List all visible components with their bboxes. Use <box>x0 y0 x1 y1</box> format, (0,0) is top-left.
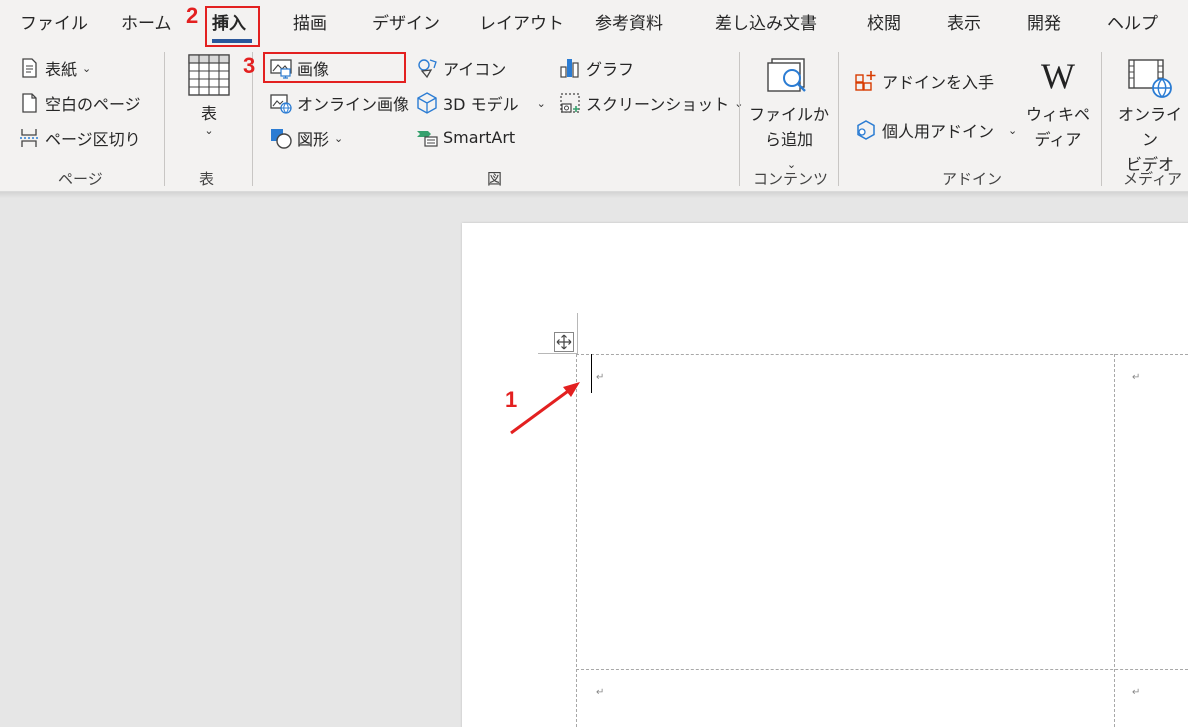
chevron-down-icon: ⌄ <box>334 131 344 145</box>
tab-developer[interactable]: 開発 <box>1027 9 1061 34</box>
online-video-button[interactable]: オンライン ビデオ <box>1112 58 1188 177</box>
chevron-down-icon: ⌄ <box>1008 123 1018 137</box>
group-label-content: コンテンツ <box>753 170 829 188</box>
annotation-step-2: 2 <box>186 3 199 28</box>
blank-page-label: 空白のページ <box>45 95 141 114</box>
wikipedia-icon: W <box>1041 56 1075 96</box>
table-border-middle <box>1114 354 1115 727</box>
ribbon-shadow <box>0 192 1188 198</box>
online-picture-icon <box>270 94 292 114</box>
annotation-step-3: 3 <box>243 53 256 78</box>
screenshot-button[interactable]: スクリーンショット⌄ <box>559 91 743 115</box>
online-video-label-line1: オンライン <box>1117 105 1182 149</box>
table-border-row <box>576 669 1188 670</box>
cover-page-label: 表紙 <box>45 60 78 79</box>
file-search-icon <box>767 58 806 92</box>
table-grid-icon <box>188 54 230 96</box>
icons-label: アイコン <box>443 60 507 79</box>
paragraph-mark: ↵ <box>596 372 605 383</box>
chevron-down-icon: ⌄ <box>82 61 92 75</box>
tab-references[interactable]: 参考資料 <box>595 9 663 34</box>
tab-mailings[interactable]: 差し込み文書 <box>715 9 817 34</box>
table-move-handle[interactable] <box>554 332 574 352</box>
3d-model-button[interactable]: 3D モデル ⌄ <box>416 91 546 115</box>
online-video-icon <box>1128 59 1172 98</box>
table-border-top <box>576 354 1188 355</box>
chevron-down-icon: ⌄ <box>536 96 546 110</box>
group-label-table: 表 <box>199 170 215 188</box>
group-separator <box>164 52 165 186</box>
group-label-pages: ページ <box>58 170 103 188</box>
tab-home[interactable]: ホーム <box>121 9 172 34</box>
screenshot-label: スクリーンショット <box>586 95 730 114</box>
smartart-label: SmartArt <box>443 127 516 147</box>
wikipedia-label-line2: ディア <box>1034 130 1082 149</box>
group-separator <box>1101 52 1102 186</box>
page-break-button[interactable]: ページ区切り <box>18 126 141 150</box>
table-button[interactable]: 表 ⌄ <box>183 54 235 137</box>
my-addins-icon <box>857 120 875 140</box>
chevron-down-icon: ⌄ <box>204 124 214 137</box>
tab-help[interactable]: ヘルプ <box>1107 9 1158 34</box>
document-page[interactable] <box>462 223 1188 727</box>
table-button-label: 表 <box>200 104 217 123</box>
shapes-icon <box>271 129 292 149</box>
chart-icon <box>560 59 579 78</box>
group-label-illustrations: 図 <box>487 170 503 188</box>
chart-button[interactable]: グラフ <box>559 56 634 80</box>
group-separator <box>838 52 839 186</box>
tab-view[interactable]: 表示 <box>947 9 981 34</box>
margin-mark-horizontal <box>538 353 578 354</box>
my-addins-label: 個人用アドイン <box>882 122 995 141</box>
online-picture-label: オンライン画像 <box>297 95 410 114</box>
tab-file[interactable]: ファイル <box>20 9 88 34</box>
ribbon: 表紙 ⌄ 空白のページ ページ区切り ページ 表 ⌄ 表 画像 オンライン画像 図… <box>0 46 1188 192</box>
cover-page-icon <box>22 58 37 78</box>
tab-layout[interactable]: レイアウト <box>479 9 564 34</box>
tab-design[interactable]: デザイン <box>372 9 440 34</box>
paragraph-mark: ↵ <box>1132 687 1141 698</box>
get-addins-button[interactable]: アドインを入手 <box>855 69 994 93</box>
wikipedia-label-line1: ウィキペ <box>1025 105 1090 124</box>
screenshot-icon <box>560 93 580 113</box>
ribbon-tab-bar: ファイル ホーム 挿入 描画 デザイン レイアウト 参考資料 差し込み文書 校閲… <box>0 0 1188 46</box>
tab-review[interactable]: 校閲 <box>867 9 901 34</box>
my-addins-button[interactable]: 個人用アドイン ⌄ <box>855 118 1017 142</box>
3d-model-icon <box>417 92 437 114</box>
wikipedia-button[interactable]: W ウィキペ ディア <box>1025 56 1091 152</box>
highlight-picture-button <box>263 52 406 83</box>
add-from-file-label-line1: ファイルか <box>748 105 829 124</box>
cover-page-button[interactable]: 表紙 ⌄ <box>18 56 91 80</box>
text-cursor <box>591 354 592 393</box>
chart-label: グラフ <box>586 60 635 79</box>
margin-mark-vertical <box>577 313 578 353</box>
move-arrows-icon <box>556 334 572 350</box>
get-addins-label: アドインを入手 <box>882 73 995 92</box>
group-label-media: メディア <box>1123 170 1182 188</box>
smartart-icon <box>417 131 438 147</box>
shapes-label: 図形 <box>297 130 330 149</box>
page-break-icon <box>20 129 38 147</box>
annotation-arrow <box>510 382 580 435</box>
blank-page-icon <box>22 93 37 113</box>
add-from-file-button[interactable]: ファイルか ら追加 ⌄ <box>748 58 830 177</box>
store-grid-icon <box>855 71 876 91</box>
tab-draw[interactable]: 描画 <box>293 9 327 34</box>
shapes-button[interactable]: 図形 ⌄ <box>270 126 343 150</box>
highlight-insert-tab <box>205 6 260 47</box>
add-from-file-label-line2: ら追加 <box>764 130 813 149</box>
paragraph-mark: ↵ <box>596 687 605 698</box>
3d-model-label: 3D モデル <box>443 95 519 114</box>
blank-page-button[interactable]: 空白のページ <box>18 91 141 115</box>
group-separator <box>739 52 740 186</box>
group-label-addins: アドイン <box>942 170 1003 188</box>
online-picture-button[interactable]: オンライン画像 <box>270 91 409 115</box>
icons-icon <box>418 59 437 79</box>
smartart-button[interactable]: SmartArt <box>416 126 515 148</box>
page-break-label: ページ区切り <box>45 130 141 149</box>
icons-button[interactable]: アイコン <box>416 56 506 80</box>
paragraph-mark: ↵ <box>1132 372 1141 383</box>
